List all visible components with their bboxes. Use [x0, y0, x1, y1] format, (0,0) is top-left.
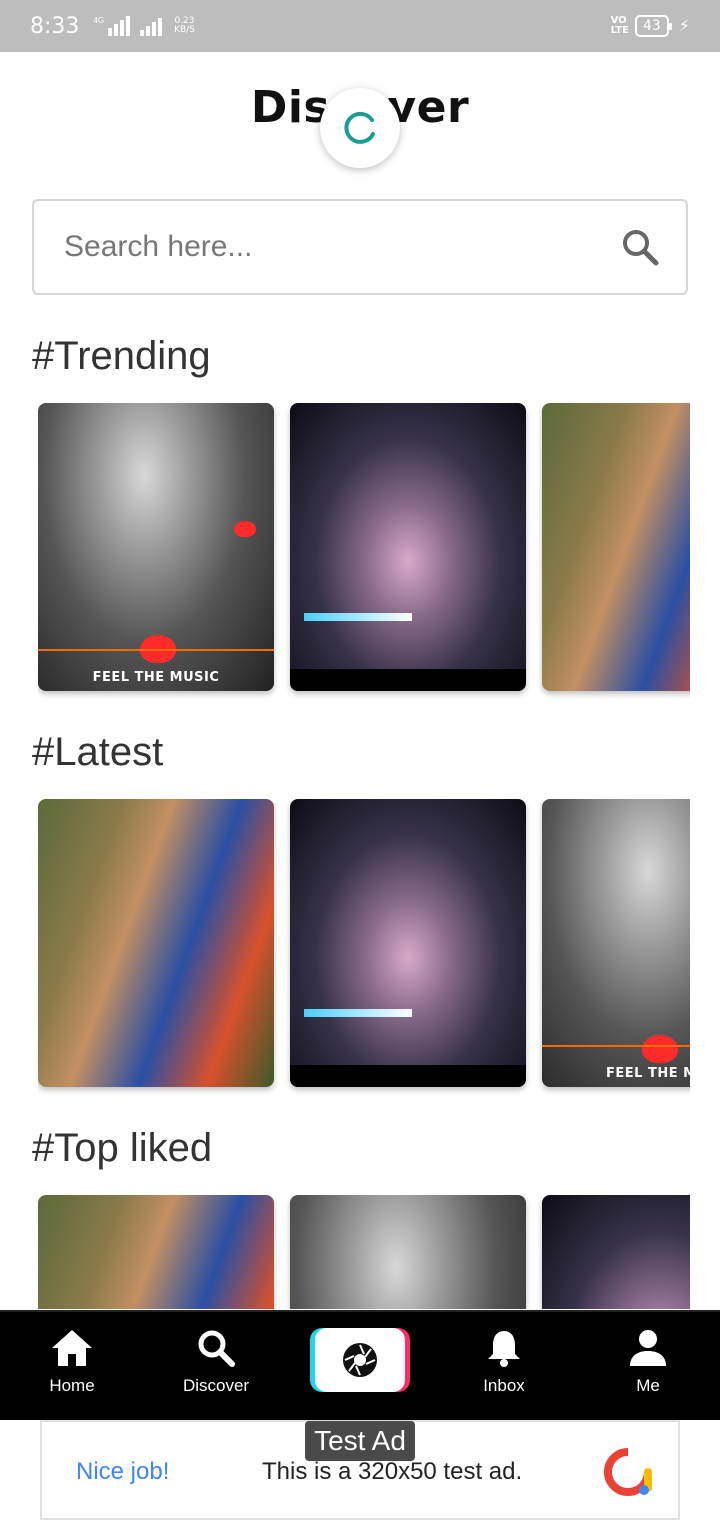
ad-label: Test Ad — [305, 1421, 415, 1461]
video-thumbnail[interactable] — [38, 1195, 274, 1309]
status-bar: 8:33 4G 0.23 KB/S VO LTE 43 ⚡ — [0, 0, 720, 52]
ad-body-text: This is a 320x50 test ad. — [262, 1458, 523, 1485]
music-wave — [542, 1045, 690, 1047]
section-title-latest: #Latest — [32, 730, 164, 774]
volte-indicator: VO LTE — [611, 16, 629, 36]
top-liked-row — [38, 1195, 690, 1309]
video-thumbnail[interactable] — [290, 799, 526, 1087]
video-thumbnail[interactable]: FEEL THE MU — [542, 799, 690, 1087]
audio-visualizer — [304, 613, 412, 621]
create-video-button[interactable] — [315, 1328, 405, 1392]
ad-logo-icon — [604, 1448, 652, 1496]
nav-home-label: Home — [49, 1376, 95, 1395]
search-icon — [198, 1330, 235, 1367]
video-thumbnail[interactable] — [542, 403, 690, 691]
bottom-nav: Home Discover Inbox Me — [0, 1310, 720, 1420]
nav-discover[interactable]: Discover — [166, 1328, 266, 1396]
video-thumbnail[interactable] — [290, 1195, 526, 1309]
nav-inbox-label: Inbox — [483, 1376, 525, 1395]
latest-row: FEEL THE MU — [38, 799, 690, 1099]
network-speed: 0.23 KB/S — [174, 17, 195, 35]
video-thumbnail[interactable] — [290, 403, 526, 691]
ad-nice-text: Nice job! — [76, 1458, 170, 1485]
video-thumbnail[interactable] — [38, 799, 274, 1087]
thumbnail-caption: FEEL THE MU — [606, 1066, 690, 1081]
thumbnail-caption: FEEL THE MUSIC — [92, 670, 220, 685]
video-thumbnail[interactable]: FEEL THE MUSIC — [38, 403, 274, 691]
heart-icon — [642, 1035, 678, 1063]
spinner-icon — [344, 111, 375, 144]
audio-visualizer — [304, 1009, 412, 1017]
nav-home[interactable]: Home — [22, 1328, 122, 1396]
signal-icon-2 — [140, 16, 163, 36]
home-icon — [52, 1330, 92, 1366]
search-box[interactable] — [32, 199, 688, 295]
heart-icon — [234, 521, 256, 537]
battery-level: 43 — [642, 18, 661, 34]
nav-me[interactable]: Me — [598, 1328, 698, 1396]
status-time: 8:33 — [30, 13, 80, 39]
trending-row: FEEL THE MUSIC — [38, 403, 690, 703]
music-wave — [38, 649, 274, 651]
speed-unit: KB/S — [174, 25, 195, 35]
search-input[interactable] — [64, 201, 624, 293]
loading-spinner — [320, 88, 400, 168]
nav-me-label: Me — [636, 1376, 660, 1395]
charging-icon: ⚡ — [678, 18, 690, 35]
video-thumbnail[interactable] — [542, 1195, 690, 1309]
section-title-trending: #Trending — [32, 334, 211, 378]
person-icon — [630, 1330, 666, 1366]
signal-icon: 4G — [93, 16, 131, 36]
battery-icon: 43 — [634, 15, 672, 37]
camera-shutter-icon — [343, 1343, 377, 1377]
network-type: 4G — [93, 16, 105, 25]
nav-discover-label: Discover — [182, 1376, 250, 1395]
status-right: VO LTE 43 ⚡ — [611, 15, 690, 37]
section-title-top-liked: #Top liked — [32, 1126, 213, 1170]
bell-icon — [488, 1331, 520, 1367]
search-icon[interactable] — [620, 227, 660, 267]
nav-inbox[interactable]: Inbox — [454, 1328, 554, 1396]
volte-line2: LTE — [610, 25, 629, 36]
